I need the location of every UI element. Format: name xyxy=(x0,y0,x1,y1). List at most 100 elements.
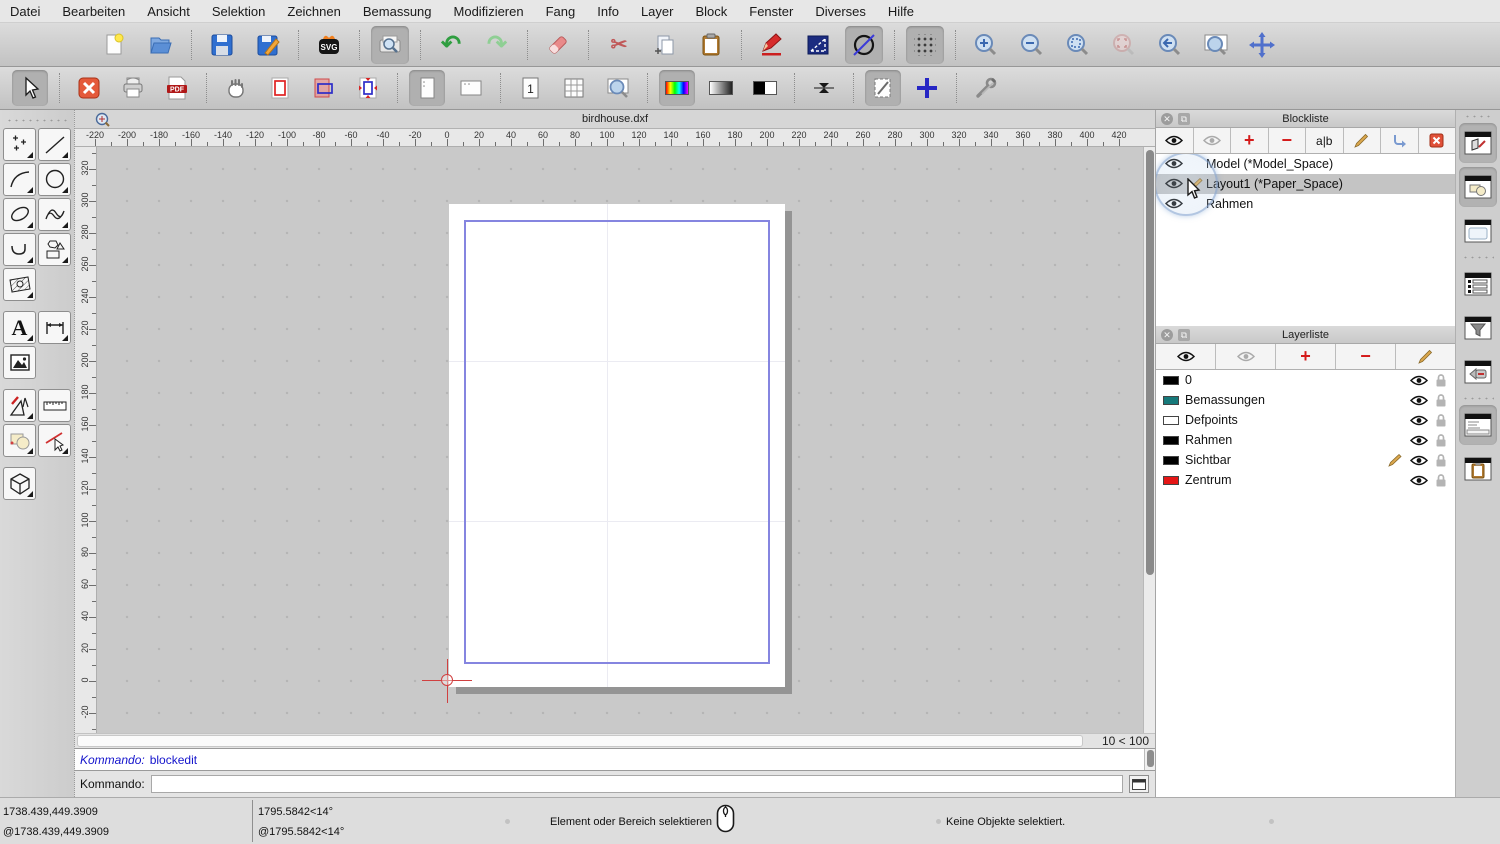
menu-item-bemassung[interactable]: Bemassung xyxy=(363,4,432,19)
layer-color-swatch[interactable] xyxy=(1163,375,1179,385)
portrait-orientation-button[interactable] xyxy=(409,70,445,106)
float-panel-button[interactable]: ⧉ xyxy=(1178,112,1190,125)
copy-button[interactable] xyxy=(646,26,684,64)
lock-icon[interactable] xyxy=(1435,413,1447,427)
open-file-button[interactable] xyxy=(142,26,180,64)
layer-color-swatch[interactable] xyxy=(1163,455,1179,465)
redo-button[interactable]: ↷ xyxy=(478,26,516,64)
view-3d-tools-button[interactable] xyxy=(3,467,36,500)
paste-button[interactable] xyxy=(692,26,730,64)
visibility-eye-icon[interactable] xyxy=(1410,375,1428,386)
menu-item-block[interactable]: Block xyxy=(695,4,727,19)
paper-borders-button[interactable] xyxy=(262,70,298,106)
auto-fit-drawing-button[interactable] xyxy=(350,70,386,106)
arc-tools-button[interactable] xyxy=(3,163,36,196)
point-tools-button[interactable] xyxy=(3,128,36,161)
layer-color-swatch[interactable] xyxy=(1163,395,1179,405)
remove-block-button[interactable]: − xyxy=(1268,128,1306,153)
lock-icon[interactable] xyxy=(1435,393,1447,407)
palette-drag-handle[interactable] xyxy=(6,118,68,123)
add-layer-button[interactable]: + xyxy=(1276,344,1336,369)
layer-list-item[interactable]: Defpoints xyxy=(1156,410,1455,430)
previous-view-button[interactable] xyxy=(1151,26,1189,64)
delete-button[interactable] xyxy=(539,26,577,64)
pdf-export-button[interactable]: PDF xyxy=(159,70,195,106)
block-list-item[interactable]: Model (*Model_Space) xyxy=(1156,154,1455,174)
layer-list-item[interactable]: Zentrum xyxy=(1156,470,1455,490)
horizontal-scrollbar-thumb[interactable] xyxy=(77,735,1083,747)
visibility-eye-icon[interactable] xyxy=(1410,475,1428,486)
grayscale-mode-button[interactable] xyxy=(703,70,739,106)
black-white-mode-button[interactable] xyxy=(747,70,783,106)
save-as-button[interactable] xyxy=(249,26,287,64)
undo-button[interactable]: ↶ xyxy=(432,26,470,64)
new-file-button[interactable] xyxy=(96,26,134,64)
menu-item-ansicht[interactable]: Ansicht xyxy=(147,4,190,19)
menu-item-diverses[interactable]: Diverses xyxy=(815,4,866,19)
canvas-horizontal-scrollbar[interactable]: 10 < 100 xyxy=(75,733,1155,748)
insert-block-button[interactable] xyxy=(1381,128,1419,153)
show-all-layers-button[interactable] xyxy=(1156,344,1216,369)
modify-tools-button[interactable] xyxy=(3,424,36,457)
layer-list-item[interactable]: 0 xyxy=(1156,370,1455,390)
lock-icon[interactable] xyxy=(1435,373,1447,387)
block-list-dock-button[interactable] xyxy=(1459,123,1497,163)
shape-tools-button[interactable] xyxy=(38,233,71,266)
history-scrollbar[interactable] xyxy=(1144,749,1155,770)
visibility-eye-icon[interactable] xyxy=(1165,178,1183,189)
menu-item-bearbeiten[interactable]: Bearbeiten xyxy=(62,4,125,19)
menu-item-fang[interactable]: Fang xyxy=(546,4,576,19)
pointer-tool-button[interactable] xyxy=(12,70,48,106)
command-line-dock-button[interactable] xyxy=(1459,405,1497,445)
visibility-eye-icon[interactable] xyxy=(1410,455,1428,466)
pan-button[interactable] xyxy=(1243,26,1281,64)
vertical-scrollbar-thumb[interactable] xyxy=(1146,150,1154,575)
print-preview-button[interactable] xyxy=(371,25,409,64)
preferences-button[interactable] xyxy=(968,70,1004,106)
layer-list-item[interactable]: Rahmen xyxy=(1156,430,1455,450)
move-paper-position-button[interactable] xyxy=(218,70,254,106)
visibility-eye-icon[interactable] xyxy=(1410,435,1428,446)
image-tool-button[interactable] xyxy=(3,346,36,379)
history-scrollbar-thumb[interactable] xyxy=(1146,750,1154,767)
lock-icon[interactable] xyxy=(1435,473,1447,487)
zoom-selection-button[interactable] xyxy=(1105,26,1143,64)
lineweight-scale-button[interactable] xyxy=(806,70,842,106)
dimension-tools-button[interactable] xyxy=(38,311,71,344)
print-button[interactable] xyxy=(115,70,151,106)
layer-list-item[interactable]: Bemassungen xyxy=(1156,390,1455,410)
canvas-vertical-scrollbar[interactable] xyxy=(1143,147,1155,733)
menu-item-selektion[interactable]: Selektion xyxy=(212,4,265,19)
document-titlebar[interactable]: birdhouse.dxf xyxy=(75,110,1155,129)
viewports-dock-button[interactable] xyxy=(1459,352,1497,392)
add-block-button[interactable]: + xyxy=(1231,128,1269,153)
full-color-mode-button[interactable] xyxy=(659,70,695,106)
detach-command-line-button[interactable] xyxy=(1129,775,1149,793)
menu-item-modifizieren[interactable]: Modifizieren xyxy=(454,4,524,19)
layer-list-dock-button[interactable] xyxy=(1459,264,1497,304)
layer-color-swatch[interactable] xyxy=(1163,435,1179,445)
purge-block-button[interactable] xyxy=(1418,128,1455,153)
hatch-tool-button[interactable] xyxy=(3,268,36,301)
menu-item-datei[interactable]: Datei xyxy=(10,4,40,19)
draft-mode-button[interactable] xyxy=(865,70,901,106)
edit-layer-button[interactable] xyxy=(1396,344,1455,369)
line-tools-button[interactable] xyxy=(38,128,71,161)
sketch-pencil-button[interactable] xyxy=(753,26,791,64)
selection-tools-button[interactable] xyxy=(38,424,71,457)
ellipse-tools-button[interactable] xyxy=(3,198,36,231)
multiple-pages-button[interactable] xyxy=(556,70,592,106)
lock-icon[interactable] xyxy=(1435,433,1447,447)
zoom-out-button[interactable] xyxy=(1013,26,1051,64)
grid-toggle-button[interactable] xyxy=(906,25,944,64)
drawing-canvas[interactable] xyxy=(97,147,1143,733)
menu-item-info[interactable]: Info xyxy=(597,4,619,19)
block-list-item[interactable]: Layout1 (*Paper_Space) xyxy=(1156,174,1455,194)
hide-all-blocks-button[interactable] xyxy=(1193,128,1231,153)
layer-color-swatch[interactable] xyxy=(1163,475,1179,485)
restrict-angle-button[interactable] xyxy=(799,26,837,64)
float-panel-button[interactable]: ⧉ xyxy=(1178,328,1190,341)
close-panel-button[interactable]: ✕ xyxy=(1161,112,1173,125)
block-list-item[interactable]: Rahmen xyxy=(1156,194,1455,214)
menu-item-zeichnen[interactable]: Zeichnen xyxy=(287,4,340,19)
